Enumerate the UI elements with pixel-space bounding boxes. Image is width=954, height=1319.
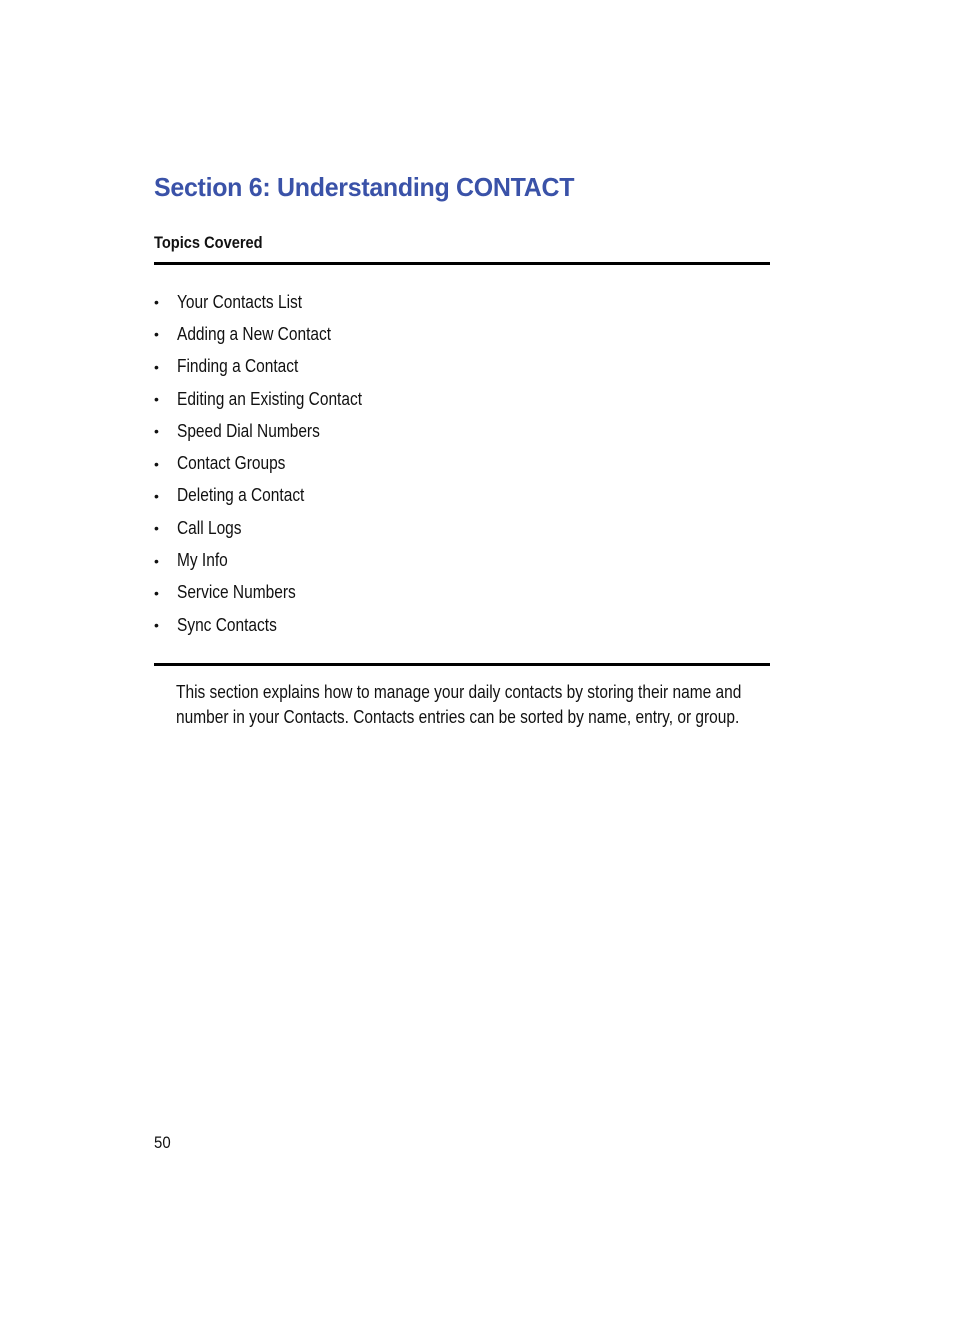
topic-item: • Service Numbers	[154, 577, 392, 609]
intro-paragraph: This section explains how to manage your…	[176, 682, 742, 727]
topic-item: • Your Contacts List	[154, 286, 392, 318]
bottom-divider	[154, 663, 770, 666]
topic-label: Sync Contacts	[177, 614, 277, 635]
bullet-icon: •	[154, 584, 159, 601]
bullet-icon: •	[154, 455, 159, 472]
topic-item: • Finding a Contact	[154, 351, 392, 383]
bullet-icon: •	[154, 326, 159, 343]
topic-label: Adding a New Contact	[177, 323, 332, 344]
topic-label: Speed Dial Numbers	[177, 420, 320, 441]
topic-item: • Editing an Existing Contact	[154, 383, 392, 415]
page-number: 50	[154, 1133, 171, 1152]
bullet-icon: •	[154, 358, 159, 375]
topics-list: • Your Contacts List • Adding a New Contac…	[154, 286, 392, 641]
topics-covered-heading: Topics Covered	[154, 233, 263, 252]
topic-label: Deleting a Contact	[177, 485, 305, 506]
bullet-icon: •	[154, 520, 159, 537]
topic-label: My Info	[177, 550, 228, 571]
topic-item: • Speed Dial Numbers	[154, 415, 392, 447]
topic-item: • Sync Contacts	[154, 609, 392, 641]
topic-label: Your Contacts List	[177, 291, 303, 312]
topic-item: • Contact Groups	[154, 447, 392, 479]
topic-item: • Call Logs	[154, 512, 392, 544]
topic-item: • My Info	[154, 544, 392, 576]
bullet-icon: •	[154, 552, 159, 569]
topic-item: • Deleting a Contact	[154, 480, 392, 512]
bullet-icon: •	[154, 617, 159, 634]
section-title: Section 6: Understanding CONTACT	[154, 172, 575, 202]
topic-label: Editing an Existing Contact	[177, 388, 363, 409]
topic-item: • Adding a New Contact	[154, 318, 392, 350]
bullet-icon: •	[154, 423, 159, 440]
topic-label: Service Numbers	[177, 582, 296, 603]
bullet-icon: •	[154, 294, 159, 311]
topic-label: Call Logs	[177, 517, 242, 538]
topic-label: Contact Groups	[177, 453, 286, 474]
topic-label: Finding a Contact	[177, 356, 299, 377]
top-divider	[154, 262, 770, 265]
bullet-icon: •	[154, 487, 159, 504]
bullet-icon: •	[154, 391, 159, 408]
